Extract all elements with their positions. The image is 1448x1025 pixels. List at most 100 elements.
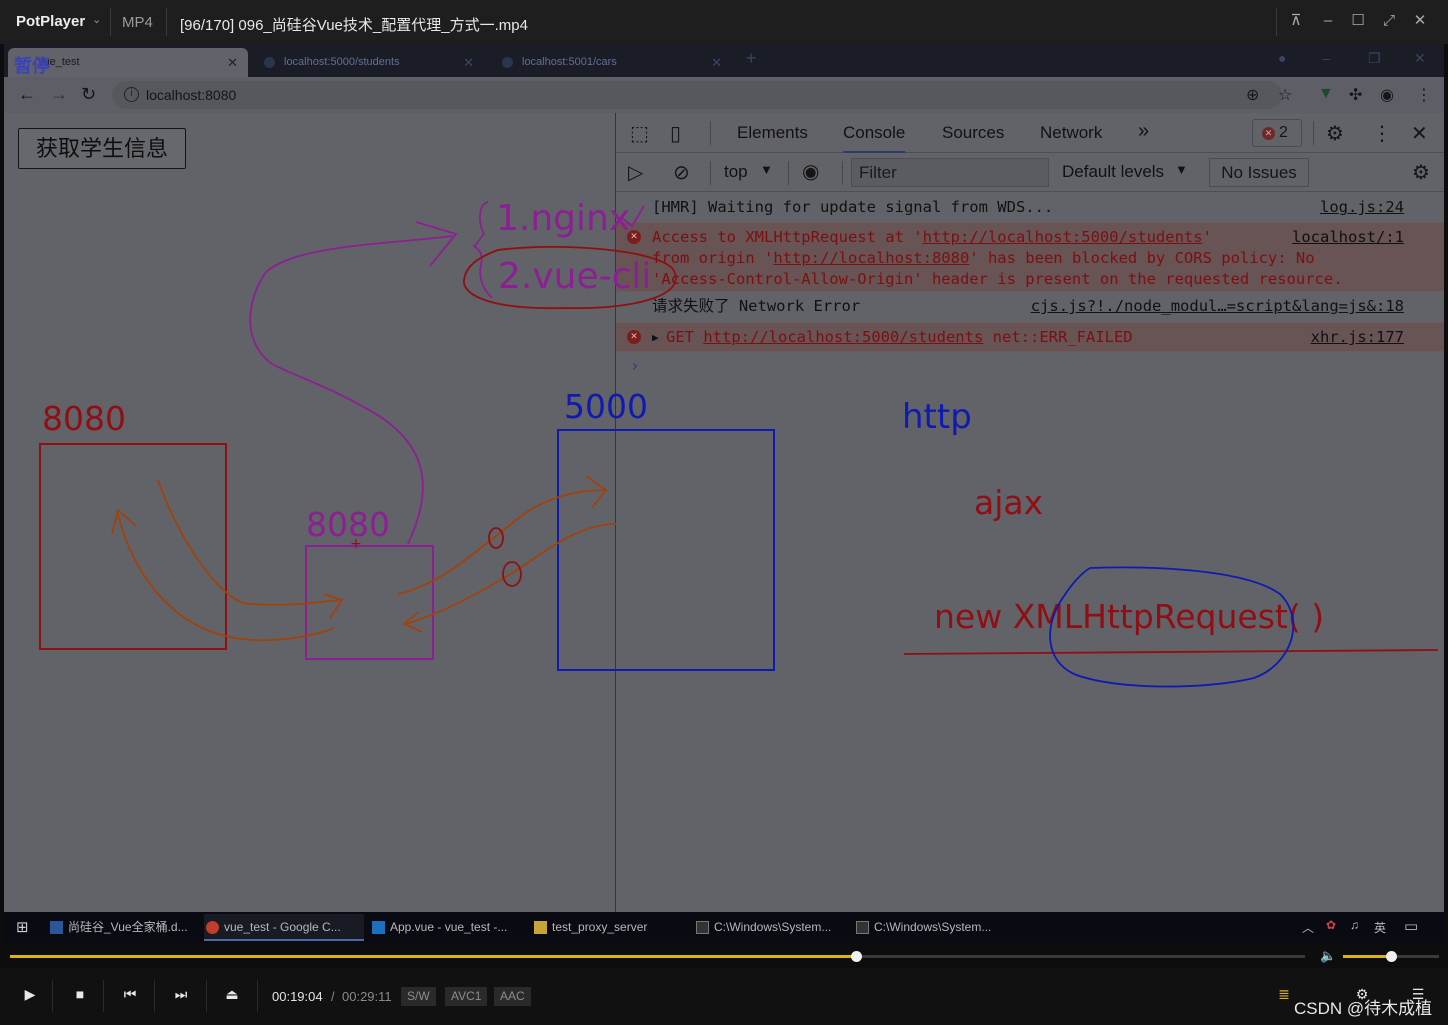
tab-search-icon[interactable]: ● <box>1278 50 1286 66</box>
app-name[interactable]: PotPlayer <box>16 13 85 30</box>
notification-icon[interactable]: ▭ <box>1404 917 1418 935</box>
eject-icon[interactable]: ⏏ <box>220 986 244 1003</box>
source-link[interactable]: log.js:24 <box>1320 197 1404 218</box>
divider <box>166 8 167 36</box>
reload-icon[interactable]: ↻ <box>81 84 96 105</box>
fullscreen-icon[interactable]: ⤢ <box>1379 11 1399 31</box>
site-info-icon[interactable]: i <box>124 87 139 102</box>
taskbar-item-cmd-2[interactable]: C:\Windows\System... <box>854 914 991 941</box>
error-count: 2 <box>1279 124 1288 141</box>
live-expression-eye-icon[interactable]: ◉ <box>802 159 819 184</box>
browser-restore-icon[interactable]: ❐ <box>1368 50 1381 67</box>
profile-avatar-icon[interactable]: ◉ <box>1380 85 1394 105</box>
globe-icon <box>264 57 275 68</box>
bookmark-star-icon[interactable]: ☆ <box>1278 85 1292 105</box>
taskbar-item-word[interactable]: 尚硅谷_Vue全家桶.d... <box>48 914 188 941</box>
taskbar-item-vscode[interactable]: App.vue - vue_test -... <box>370 914 507 941</box>
device-toolbar-icon[interactable]: ▯ <box>670 121 681 146</box>
seek-bar[interactable] <box>10 951 1305 962</box>
maximize-icon[interactable]: ☐ <box>1348 11 1368 31</box>
zoom-icon[interactable]: ⊕ <box>1246 85 1259 105</box>
pin-icon[interactable]: ⊼ <box>1286 11 1306 31</box>
seek-handle[interactable] <box>850 951 862 962</box>
close-devtools-icon[interactable]: ✕ <box>1411 121 1428 146</box>
tab-sources[interactable]: Sources <box>942 123 1004 143</box>
taskbar-item-chrome[interactable]: vue_test - Google C... <box>204 914 364 941</box>
taskbar-item-folder[interactable]: test_proxy_server <box>532 914 647 941</box>
console-filter-input[interactable]: Filter <box>851 158 1049 187</box>
context-dropdown-icon[interactable]: ▼ <box>760 162 773 177</box>
video-frame[interactable]: vue_test ✕ 暂停 localhost:5000/students ✕ … <box>4 44 1444 912</box>
error-count-badge[interactable]: ✕ 2 <box>1252 119 1302 147</box>
console-error-get[interactable]: ✕ ▶ GET http://localhost:5000/students n… <box>616 322 1444 352</box>
url-link[interactable]: http://localhost:8080 <box>773 249 969 267</box>
url-link[interactable]: http://localhost:5000/students <box>703 328 983 346</box>
console-prompt[interactable]: › <box>630 356 640 375</box>
console-error-cors: ✕ Access to XMLHttpRequest at 'http://lo… <box>616 222 1444 292</box>
sidebar-toggle-icon[interactable]: ▷ <box>628 160 643 185</box>
clear-console-icon[interactable]: ⊘ <box>673 160 690 185</box>
speaker-icon[interactable]: ♫ <box>1350 918 1359 932</box>
ime-indicator[interactable]: 英 <box>1374 919 1386 936</box>
browser-close-icon[interactable]: ✕ <box>1414 50 1426 67</box>
tab-label: localhost:5001/cars <box>522 56 617 68</box>
play-icon[interactable]: ▶ <box>18 986 42 1003</box>
console-settings-gear-icon[interactable]: ⚙ <box>1412 160 1430 185</box>
divider <box>103 980 104 1012</box>
address-bar[interactable]: i localhost:8080 <box>112 81 1282 109</box>
source-link[interactable]: cjs.js?!./node_modul…=script&lang=js&:18 <box>1031 296 1404 317</box>
audio-codec-chip[interactable]: AAC <box>494 987 531 1006</box>
get-students-button[interactable]: 获取学生信息 <box>18 128 186 169</box>
tab-cars[interactable]: localhost:5001/cars ✕ <box>492 48 732 77</box>
close-tab-icon[interactable]: ✕ <box>711 48 722 77</box>
tab-elements[interactable]: Elements <box>737 123 808 143</box>
volume-icon[interactable]: 🔈 <box>1320 948 1336 964</box>
close-tab-icon[interactable]: ✕ <box>463 48 474 77</box>
devtools-menu-icon[interactable]: ⋮ <box>1372 121 1392 146</box>
tab-students[interactable]: localhost:5000/students ✕ <box>254 48 484 77</box>
new-tab-button[interactable]: + <box>746 48 757 69</box>
log-levels-dropdown[interactable]: Default levels <box>1062 162 1164 182</box>
playlist-icon[interactable]: ≣ <box>1272 986 1296 1003</box>
source-link[interactable]: xhr.js:177 <box>1311 327 1404 348</box>
url-text[interactable]: localhost:8080 <box>146 87 236 103</box>
sw-decoder-chip[interactable]: S/W <box>401 987 436 1006</box>
windows-start-icon[interactable]: ⊞ <box>16 918 29 936</box>
menu-kebab-icon[interactable]: ⋮ <box>1416 85 1432 105</box>
cmd-icon <box>856 921 869 934</box>
close-tab-icon[interactable]: ✕ <box>227 48 238 77</box>
back-icon[interactable]: ← <box>18 84 36 105</box>
levels-dropdown-icon[interactable]: ▼ <box>1175 162 1188 177</box>
stop-icon[interactable]: ■ <box>68 986 92 1002</box>
browser-minimize-icon[interactable]: – <box>1322 50 1330 66</box>
issues-button[interactable]: No Issues <box>1209 158 1309 187</box>
minimize-icon[interactable]: – <box>1318 11 1338 31</box>
tray-chevron-icon[interactable]: ︿ <box>1302 919 1314 936</box>
next-icon[interactable]: ⏭ <box>169 986 193 1003</box>
chevron-down-icon[interactable]: ⌄ <box>92 13 101 26</box>
tab-network[interactable]: Network <box>1040 123 1102 143</box>
vscode-icon <box>372 921 385 934</box>
divider <box>154 980 155 1012</box>
source-link[interactable]: localhost/:1 <box>1292 227 1404 248</box>
browser-tab-strip: vue_test ✕ 暂停 localhost:5000/students ✕ … <box>4 44 1444 77</box>
inspect-element-icon[interactable]: ⬚ <box>630 121 649 146</box>
context-selector[interactable]: top <box>724 162 748 182</box>
expand-triangle-icon[interactable]: ▶ <box>652 327 659 348</box>
settings-gear-icon[interactable]: ⚙ <box>1326 121 1344 146</box>
more-tabs-button[interactable]: » <box>1138 120 1149 143</box>
tray-app-icon[interactable]: ✿ <box>1326 918 1336 932</box>
video-codec-chip[interactable]: AVC1 <box>445 987 488 1006</box>
vue-devtools-icon[interactable]: ▼ <box>1318 85 1334 103</box>
page-content: 获取学生信息 <box>4 113 615 912</box>
tab-console[interactable]: Console <box>843 123 906 153</box>
extensions-icon[interactable]: ✣ <box>1349 85 1362 105</box>
url-link[interactable]: http://localhost:5000/students <box>923 228 1203 246</box>
taskbar-item-cmd-1[interactable]: C:\Windows\System... <box>694 914 831 941</box>
volume-slider[interactable] <box>1343 951 1439 962</box>
previous-icon[interactable]: ⏮ <box>118 986 142 1003</box>
close-icon[interactable]: ✕ <box>1410 11 1430 31</box>
forward-icon[interactable]: → <box>50 84 68 105</box>
console-message-hmr: [HMR] Waiting for update signal from WDS… <box>616 193 1444 222</box>
volume-handle[interactable] <box>1386 951 1397 962</box>
